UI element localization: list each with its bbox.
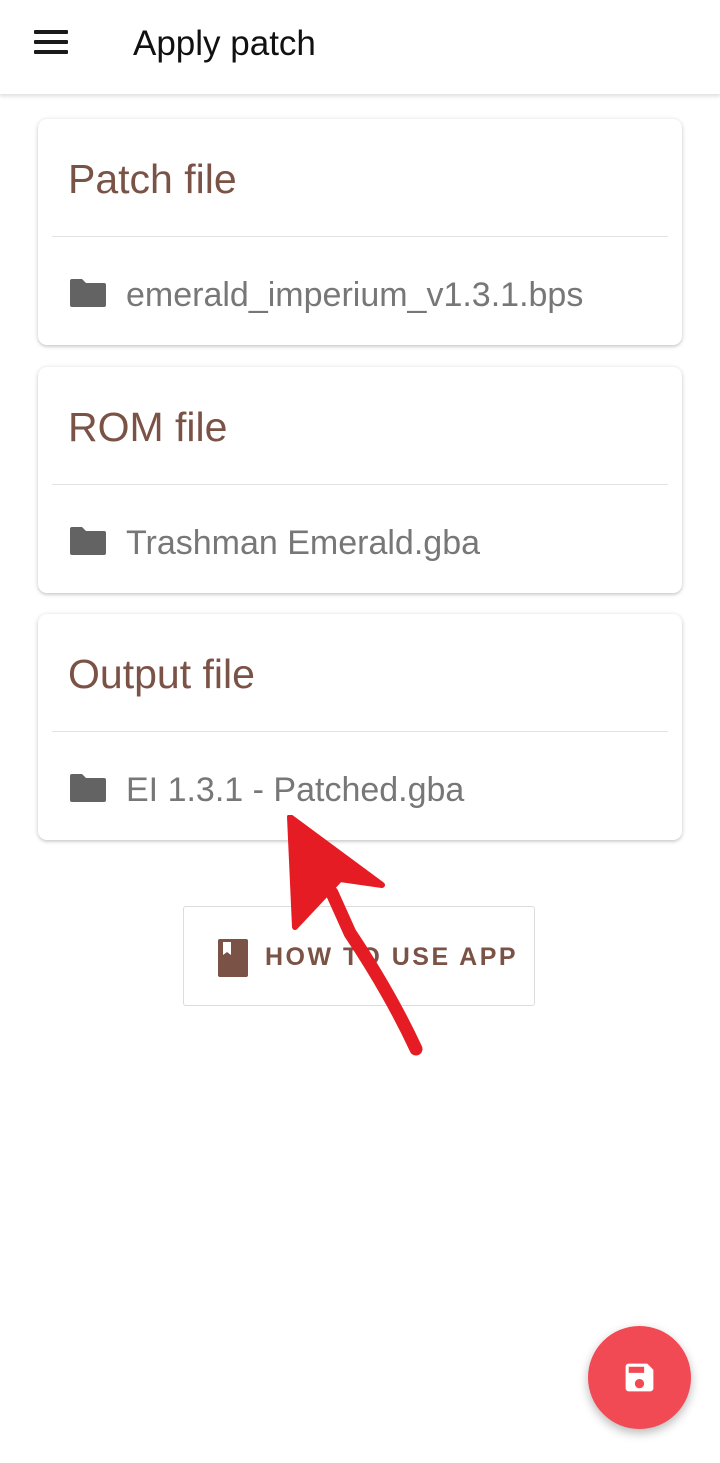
menu-icon <box>34 30 68 34</box>
patch-file-name: emerald_imperium_v1.3.1.bps <box>126 276 584 314</box>
save-fab[interactable] <box>588 1326 691 1429</box>
app-bar: Apply patch <box>0 0 720 95</box>
folder-icon <box>70 279 106 307</box>
folder-icon <box>70 527 106 555</box>
rom-file-selector[interactable]: Trashman Emerald.gba <box>68 517 662 569</box>
rom-file-card: ROM file Trashman Emerald.gba <box>38 367 682 593</box>
divider <box>52 484 668 485</box>
menu-icon-line <box>34 50 68 54</box>
output-file-card: Output file EI 1.3.1 - Patched.gba <box>38 614 682 840</box>
page-title: Apply patch <box>133 24 316 63</box>
annotation-arrow <box>287 815 423 1056</box>
book-icon <box>218 939 248 977</box>
save-icon <box>625 1363 654 1392</box>
output-file-selector[interactable]: EI 1.3.1 - Patched.gba <box>68 764 662 816</box>
folder-icon <box>70 774 106 802</box>
card-title: Output file <box>68 651 255 697</box>
patch-file-card: Patch file emerald_imperium_v1.3.1.bps <box>38 119 682 345</box>
card-title: Patch file <box>68 156 237 202</box>
patch-file-selector[interactable]: emerald_imperium_v1.3.1.bps <box>68 269 662 321</box>
menu-button[interactable] <box>22 18 82 66</box>
menu-icon-line <box>34 40 68 44</box>
rom-file-name: Trashman Emerald.gba <box>126 524 481 562</box>
divider <box>52 236 668 237</box>
divider <box>52 731 668 732</box>
card-title: ROM file <box>68 404 228 450</box>
output-file-name: EI 1.3.1 - Patched.gba <box>126 771 465 809</box>
